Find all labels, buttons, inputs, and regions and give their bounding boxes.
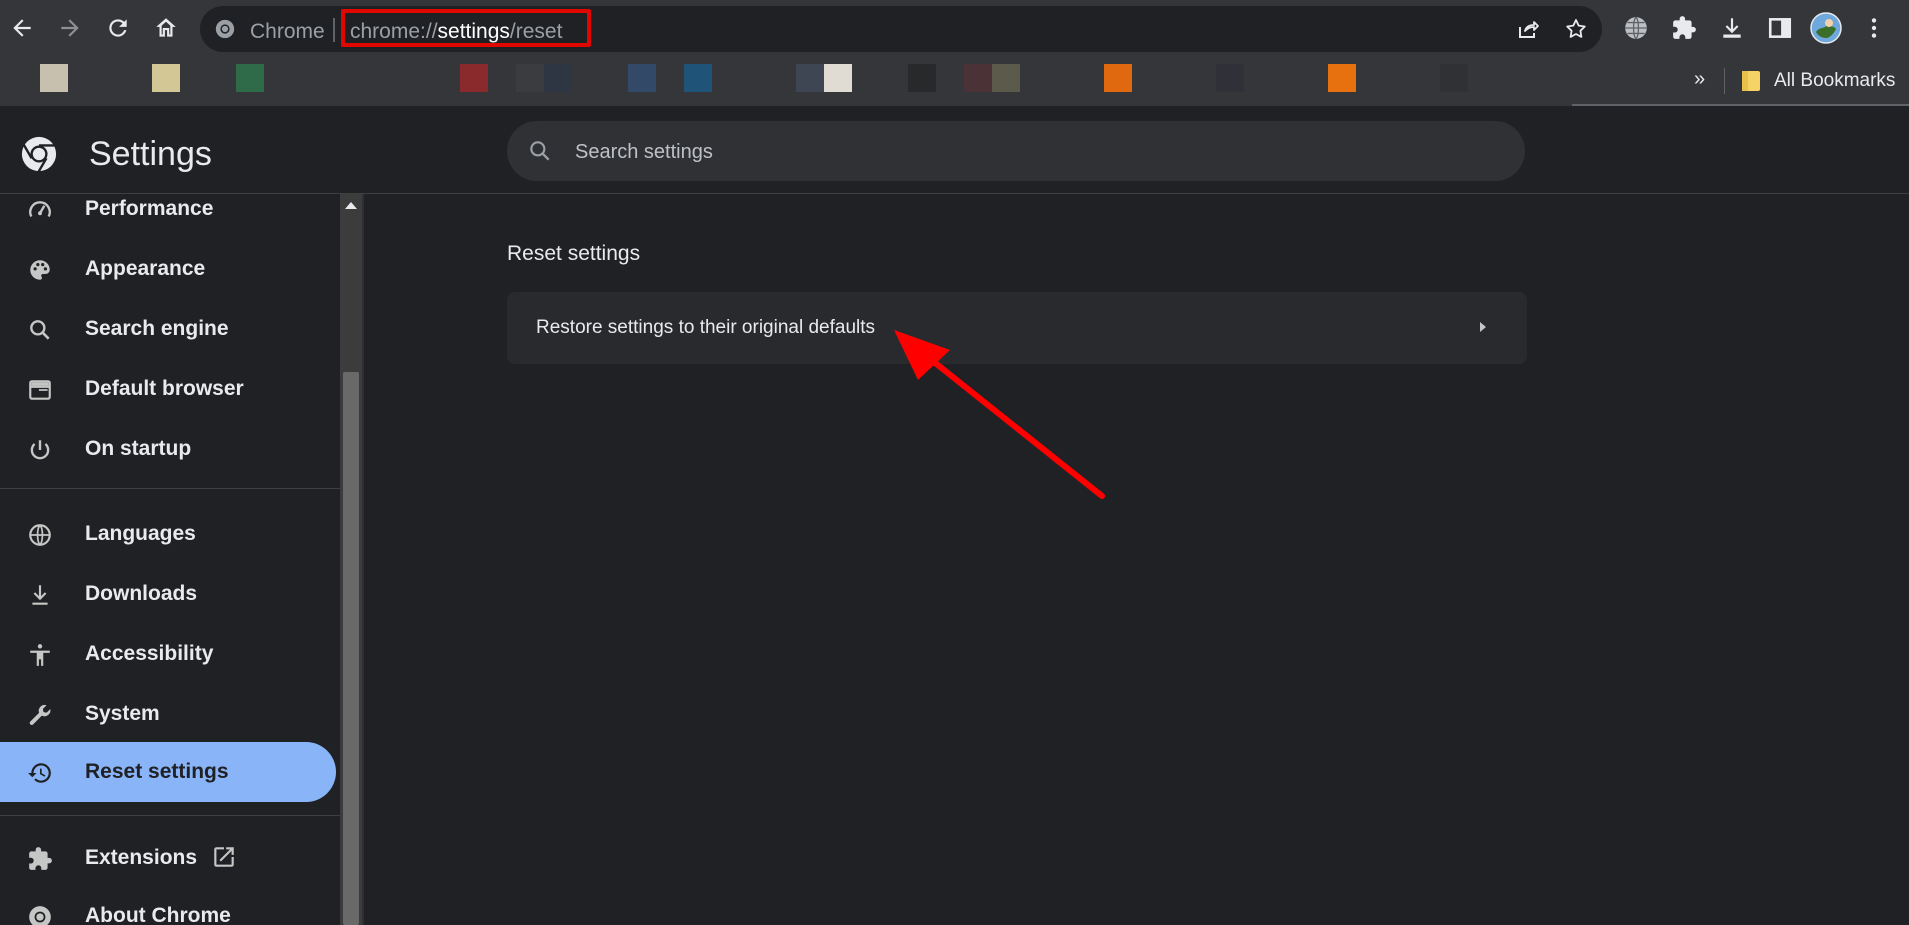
sidebar-item-label: About Chrome xyxy=(85,904,231,925)
arrow-right-icon xyxy=(61,19,79,37)
sidebar-item-label: Default browser xyxy=(85,377,244,400)
download-icon xyxy=(26,581,54,609)
bookmarks-divider xyxy=(1724,68,1725,94)
bookmark-item[interactable] xyxy=(908,64,936,92)
search-bar[interactable] xyxy=(507,121,1525,183)
address-bar[interactable]: Chrome chrome://settings/reset xyxy=(200,6,1602,52)
bookmark-item[interactable] xyxy=(1216,64,1244,92)
section-heading: Reset settings xyxy=(507,242,641,265)
globe-icon[interactable] xyxy=(1620,12,1652,44)
home-icon xyxy=(156,18,176,37)
url-highlight-box xyxy=(341,9,591,47)
sidebar-item-performance[interactable]: Performance xyxy=(0,194,336,239)
sidebar-item-label: Performance xyxy=(85,197,214,220)
site-label: Chrome xyxy=(250,20,325,43)
sidebar-item-label: Reset settings xyxy=(85,760,229,783)
chrome-logo-icon xyxy=(26,903,54,925)
accessibility-icon xyxy=(26,641,54,669)
search-icon xyxy=(527,138,553,164)
sidebar-border xyxy=(362,194,364,925)
sidebar-item-label: Search engine xyxy=(85,317,229,340)
back-button[interactable] xyxy=(4,10,40,46)
sidebar-item-label: System xyxy=(85,702,160,725)
bookmarks-bar: » All Bookmarks xyxy=(0,56,1909,106)
bookmark-item[interactable] xyxy=(824,64,852,92)
sidebar-item-extensions[interactable]: Extensions xyxy=(0,828,336,888)
restore-defaults-row[interactable]: Restore settings to their original defau… xyxy=(507,292,1527,364)
arrow-right-icon xyxy=(1476,318,1490,336)
sidebar-item-downloads[interactable]: Downloads xyxy=(0,564,336,624)
sidebar-item-label: On startup xyxy=(85,437,192,460)
sidebar-item-default-browser[interactable]: Default browser xyxy=(0,359,336,419)
browser-toolbar: Chrome chrome://settings/reset xyxy=(0,0,1909,56)
sidebar-item-system[interactable]: System xyxy=(0,684,336,744)
arrow-left-icon xyxy=(13,19,31,37)
bookmark-item[interactable] xyxy=(516,64,544,92)
bookmark-item[interactable] xyxy=(236,64,264,92)
bookmarks-overflow-button[interactable]: » xyxy=(1694,68,1705,91)
share-icon[interactable] xyxy=(1512,13,1544,45)
bookmark-item[interactable] xyxy=(1328,64,1356,92)
search-icon xyxy=(26,316,54,344)
all-bookmarks-label: All Bookmarks xyxy=(1774,70,1896,91)
search-input[interactable] xyxy=(573,121,1477,183)
settings-header: Settings xyxy=(0,106,1909,194)
bookmark-item[interactable] xyxy=(684,64,712,92)
bookmark-item[interactable] xyxy=(796,64,824,92)
bookmark-item[interactable] xyxy=(544,64,572,92)
bookmark-item[interactable] xyxy=(1104,64,1132,92)
star-icon[interactable] xyxy=(1560,13,1592,45)
bookmark-item[interactable] xyxy=(628,64,656,92)
side-panel-icon[interactable] xyxy=(1764,12,1796,44)
extensions-puzzle-icon[interactable] xyxy=(1668,12,1700,44)
all-bookmarks-button[interactable]: All Bookmarks xyxy=(1740,68,1895,94)
more-vert-icon[interactable] xyxy=(1858,12,1890,44)
sidebar-item-label: Languages xyxy=(85,522,196,545)
palette-icon xyxy=(26,256,54,284)
bookmark-item[interactable] xyxy=(964,64,992,92)
folder-icon xyxy=(1742,71,1760,91)
history-restore-icon xyxy=(26,759,54,787)
sidebar-item-label: Downloads xyxy=(85,582,198,605)
chrome-logo-icon xyxy=(20,135,58,173)
home-button[interactable] xyxy=(148,10,184,46)
settings-sidebar: Performance Appearance Search engine Def… xyxy=(0,194,340,925)
reload-button[interactable] xyxy=(100,10,136,46)
scroll-up-arrow-icon[interactable] xyxy=(345,202,357,209)
page-title: Settings xyxy=(89,135,212,173)
sidebar-item-search-engine[interactable]: Search engine xyxy=(0,299,336,359)
browser-window-icon xyxy=(26,376,54,404)
sidebar-item-on-startup[interactable]: On startup xyxy=(0,419,336,479)
bookmark-item[interactable] xyxy=(1440,64,1468,92)
sidebar-scrollbar[interactable] xyxy=(340,194,362,925)
omnibox-divider xyxy=(333,18,335,42)
open-in-new-icon xyxy=(211,844,237,870)
bookmark-item[interactable] xyxy=(40,64,68,92)
forward-button[interactable] xyxy=(52,10,88,46)
power-icon xyxy=(26,436,54,464)
sidebar-divider xyxy=(0,815,340,816)
sidebar-item-reset-settings[interactable]: Reset settings xyxy=(0,742,336,802)
bookmark-item[interactable] xyxy=(152,64,180,92)
bookmark-item[interactable] xyxy=(460,64,488,92)
sidebar-item-accessibility[interactable]: Accessibility xyxy=(0,624,336,684)
wrench-icon xyxy=(26,701,54,729)
bookmark-item[interactable] xyxy=(992,64,1020,92)
restore-defaults-label: Restore settings to their original defau… xyxy=(536,317,876,338)
scrollbar-thumb[interactable] xyxy=(343,372,359,925)
globe-icon xyxy=(26,521,54,549)
chrome-logo-icon xyxy=(214,18,236,40)
sidebar-item-languages[interactable]: Languages xyxy=(0,504,336,564)
sidebar-item-about-chrome[interactable]: About Chrome xyxy=(0,886,336,925)
sidebar-divider xyxy=(0,488,340,489)
speedometer-icon xyxy=(26,196,54,224)
sidebar-item-label: Extensions xyxy=(85,846,198,869)
sidebar-item-label: Appearance xyxy=(85,257,206,280)
avatar[interactable] xyxy=(1810,12,1842,44)
extensions-puzzle-icon xyxy=(26,845,54,873)
download-icon[interactable] xyxy=(1716,12,1748,44)
reload-icon xyxy=(109,19,127,37)
sidebar-item-label: Accessibility xyxy=(85,642,214,665)
sidebar-item-appearance[interactable]: Appearance xyxy=(0,239,336,299)
